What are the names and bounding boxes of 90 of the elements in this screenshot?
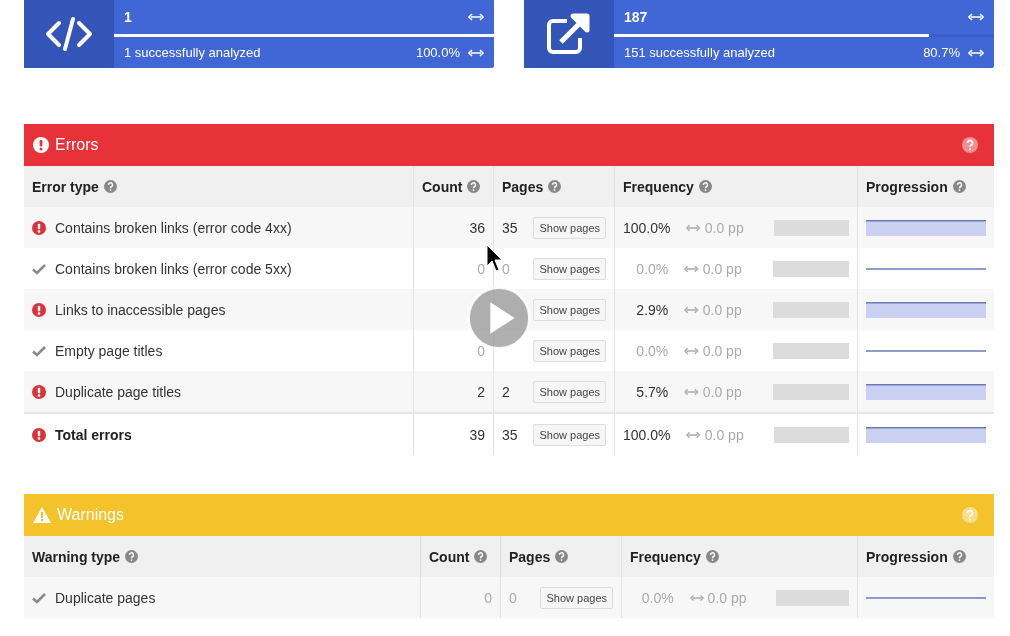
double-arrow-icon: [686, 430, 701, 439]
help-icon[interactable]: [952, 180, 966, 193]
change-value: 0.0 pp: [707, 589, 748, 606]
check-icon: [32, 344, 46, 357]
column-header: Pages: [509, 548, 551, 565]
error-icon: [32, 427, 46, 442]
warning-icon: [33, 507, 51, 523]
page-count: 1: [124, 9, 133, 25]
frequency-value: 0.0%: [640, 589, 674, 606]
show-pages-button[interactable]: Show pages: [533, 423, 606, 446]
help-icon[interactable]: [103, 180, 117, 193]
help-icon[interactable]: [962, 137, 978, 153]
frequency-value: 100.0%: [623, 219, 671, 236]
code-icon: [45, 14, 93, 54]
count-value: 36: [469, 219, 485, 236]
error-icon: [32, 302, 46, 317]
error-icon: [32, 220, 46, 235]
percent-text: 80.7%: [923, 45, 960, 60]
exclamation-icon: [33, 137, 49, 153]
external-link-icon: [545, 12, 593, 56]
percent-text: 100.0%: [415, 45, 460, 60]
double-arrow-icon: [968, 13, 984, 21]
column-header: Progression: [866, 178, 948, 195]
panel-title: Errors: [55, 136, 100, 154]
count-value: 2: [477, 383, 485, 400]
frequency-value: 0.0%: [635, 260, 669, 277]
change-value: 0.0 pp: [702, 383, 743, 400]
check-icon: [32, 591, 46, 604]
issue-label: Total errors: [55, 426, 132, 443]
column-header: Pages: [502, 178, 544, 195]
count-value: 0: [477, 260, 485, 277]
column-header: Frequency: [623, 178, 694, 195]
help-icon[interactable]: [555, 550, 569, 563]
analyzed-text: 151 successfully analyzed: [624, 45, 777, 60]
column-header: Warning type: [32, 548, 121, 565]
page-count: 187: [624, 9, 649, 25]
help-icon[interactable]: [125, 550, 139, 563]
issue-label: Contains broken links (error code 4xx): [55, 219, 292, 236]
frequency-value: 100.0%: [623, 426, 671, 443]
change-value: 0.0 pp: [702, 260, 743, 277]
show-pages-button[interactable]: Show pages: [533, 298, 606, 321]
issue-label: Duplicate page titles: [55, 383, 182, 400]
double-arrow-icon: [689, 593, 704, 602]
pages-value: 0: [502, 260, 510, 277]
help-icon[interactable]: [548, 180, 562, 193]
analyzed-text: 1 successfully analyzed: [124, 45, 262, 60]
column-header: Count: [429, 548, 470, 565]
help-icon[interactable]: [698, 180, 712, 193]
column-header: Count: [422, 178, 463, 195]
show-pages-button[interactable]: Show pages: [533, 380, 606, 403]
frequency-value: 5.7%: [635, 383, 669, 400]
issue-label: Links to inaccessible pages: [55, 301, 226, 318]
pages-value: 35: [502, 426, 518, 443]
change-value: 0.0 pp: [704, 426, 745, 443]
double-arrow-icon: [686, 223, 701, 232]
issue-label: Empty page titles: [55, 342, 163, 359]
column-header: Progression: [866, 548, 948, 565]
double-arrow-icon: [684, 264, 699, 273]
issue-label: Contains broken links (error code 5xx): [55, 260, 292, 277]
change-value: 0.0 pp: [704, 219, 745, 236]
column-header: Frequency: [630, 548, 701, 565]
pages-value: 0: [509, 589, 517, 606]
double-arrow-icon: [468, 48, 484, 57]
pages-value: 35: [502, 219, 518, 236]
double-arrow-icon: [684, 346, 699, 355]
double-arrow-icon: [684, 387, 699, 396]
help-icon[interactable]: [705, 550, 719, 563]
double-arrow-icon: [468, 13, 484, 21]
pages-value: 2: [502, 383, 510, 400]
panel-title: Warnings: [57, 506, 125, 524]
count-value: 39: [469, 426, 485, 443]
check-icon: [32, 262, 46, 275]
show-pages-button[interactable]: Show pages: [533, 339, 606, 362]
frequency-value: 0.0%: [635, 342, 669, 359]
change-value: 0.0 pp: [702, 301, 743, 318]
column-header: Error type: [32, 178, 99, 195]
show-pages-button[interactable]: Show pages: [533, 257, 606, 280]
double-arrow-icon: [684, 305, 699, 314]
show-pages-button[interactable]: Show pages: [533, 216, 606, 239]
help-icon[interactable]: [467, 180, 481, 193]
count-value: 0: [484, 589, 492, 606]
help-icon[interactable]: [474, 550, 488, 563]
frequency-value: 2.9%: [635, 301, 669, 318]
change-value: 0.0 pp: [702, 342, 743, 359]
double-arrow-icon: [968, 48, 984, 57]
issue-label: Duplicate pages: [55, 589, 156, 606]
show-pages-button[interactable]: Show pages: [540, 586, 613, 609]
count-value: 0: [477, 342, 485, 359]
help-icon[interactable]: [952, 550, 966, 563]
error-icon: [32, 384, 46, 399]
